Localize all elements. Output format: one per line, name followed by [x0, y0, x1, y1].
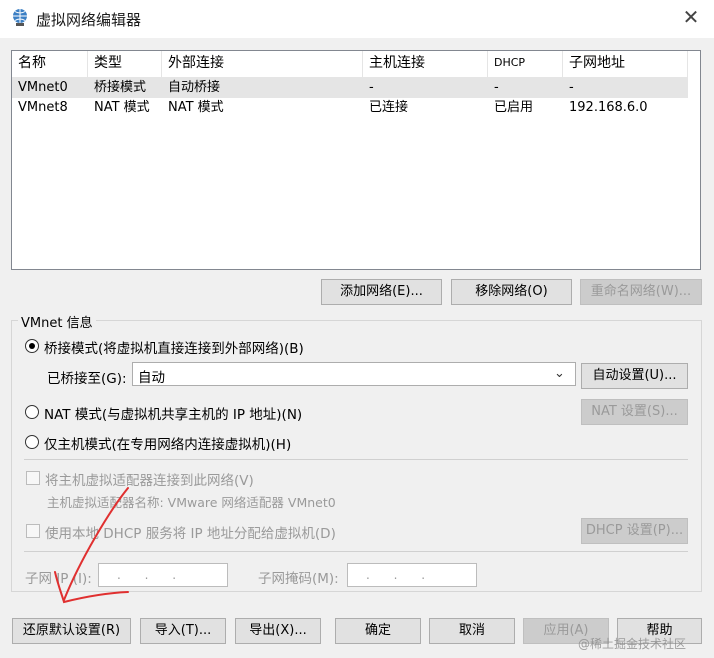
network-list[interactable]: 名称 类型 外部连接 主机连接 DHCP 子网地址 VMnet0 桥接模式 自动… [11, 50, 701, 270]
cell-subnet: 192.168.6.0 [569, 100, 648, 115]
host-only-radio[interactable] [25, 435, 39, 449]
bridged-to-dropdown[interactable] [132, 362, 576, 386]
bridged-label[interactable]: 桥接模式(将虚拟机直接连接到外部网络)(B) [44, 337, 304, 357]
cell-subnet: - [569, 80, 574, 95]
export-button[interactable]: 导出(X)... [235, 618, 321, 644]
cell-host: - [369, 80, 374, 95]
subnet-mask-field[interactable]: . . . [347, 563, 477, 587]
network-editor-icon [13, 9, 27, 26]
column-header-type[interactable]: 类型 [88, 51, 162, 77]
column-header-subnet[interactable]: 子网地址 [563, 51, 688, 77]
cell-dhcp: - [494, 80, 499, 95]
close-icon[interactable]: ✕ [680, 6, 702, 28]
add-network-button[interactable]: 添加网络(E)... [321, 279, 442, 305]
nat-label[interactable]: NAT 模式(与虚拟机共享主机的 IP 地址)(N) [44, 403, 302, 423]
separator [24, 459, 688, 460]
cell-type: NAT 模式 [94, 100, 150, 115]
cell-dhcp: 已启用 [494, 100, 534, 115]
subnet-ip-field[interactable]: . . . [98, 563, 228, 587]
rename-network-button[interactable]: 重命名网络(W)... [580, 279, 702, 305]
dhcp-checkbox[interactable] [26, 524, 40, 538]
table-row[interactable]: VMnet0 桥接模式 自动桥接 - - - [12, 77, 688, 98]
remove-network-button[interactable]: 移除网络(O) [451, 279, 572, 305]
watermark: @稀土掘金技术社区 [578, 637, 687, 651]
chevron-down-icon: ⌄ [554, 366, 565, 381]
nat-radio[interactable] [25, 405, 39, 419]
table-row[interactable]: VMnet8 NAT 模式 NAT 模式 已连接 已启用 192.168.6.0 [12, 97, 688, 118]
nat-settings-button[interactable]: NAT 设置(S)... [581, 399, 688, 425]
import-button[interactable]: 导入(T)... [140, 618, 226, 644]
column-header-host[interactable]: 主机连接 [363, 51, 488, 77]
window-title: 虚拟网络编辑器 [36, 11, 142, 29]
cell-name: VMnet8 [18, 100, 68, 115]
bridged-to-label: 已桥接至(G): [47, 371, 127, 387]
cell-external: NAT 模式 [168, 100, 224, 115]
cell-host: 已连接 [369, 100, 409, 115]
ok-button[interactable]: 确定 [335, 618, 421, 644]
restore-defaults-button[interactable]: 还原默认设置(R) [12, 618, 131, 644]
subnet-ip-label: 子网 IP (I): [25, 571, 92, 587]
list-header: 名称 类型 外部连接 主机连接 DHCP 子网地址 [12, 51, 700, 77]
cell-name: VMnet0 [18, 80, 68, 95]
column-header-dhcp[interactable]: DHCP [488, 51, 563, 77]
separator [24, 551, 688, 552]
dhcp-settings-button[interactable]: DHCP 设置(P)... [581, 518, 688, 544]
column-header-external[interactable]: 外部连接 [162, 51, 363, 77]
dhcp-label[interactable]: 使用本地 DHCP 服务将 IP 地址分配给虚拟机(D) [45, 522, 336, 542]
connect-adapter-checkbox[interactable] [26, 471, 40, 485]
cancel-button[interactable]: 取消 [429, 618, 515, 644]
cell-external: 自动桥接 [168, 80, 221, 95]
connect-adapter-label[interactable]: 将主机虚拟适配器连接到此网络(V) [45, 469, 254, 489]
auto-settings-button[interactable]: 自动设置(U)... [581, 363, 688, 389]
cell-type: 桥接模式 [94, 80, 147, 95]
bridged-to-value: 自动 [138, 370, 165, 386]
vmnet-info-label: VMnet 信息 [18, 312, 96, 331]
subnet-mask-label: 子网掩码(M): [258, 571, 339, 587]
adapter-name-label: 主机虚拟适配器名称: VMware 网络适配器 VMnet0 [47, 495, 336, 510]
column-header-name[interactable]: 名称 [12, 51, 88, 77]
host-only-label[interactable]: 仅主机模式(在专用网络内连接虚拟机)(H) [44, 433, 291, 453]
bridged-radio[interactable] [25, 339, 39, 353]
